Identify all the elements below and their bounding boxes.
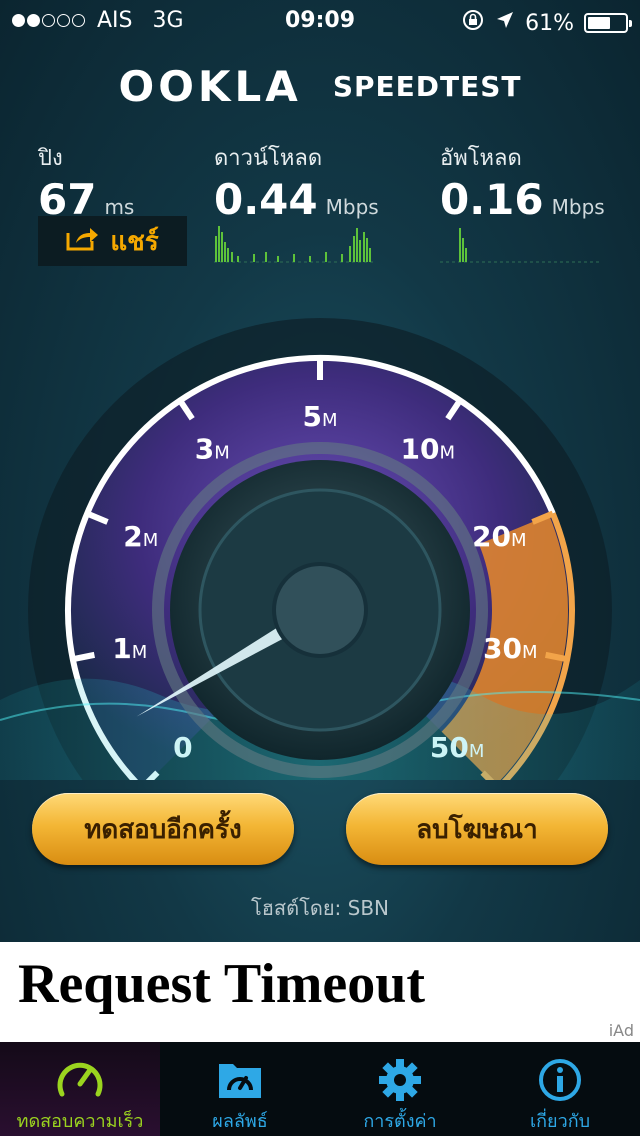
status-bar: AIS 3G 09:09 61% — [0, 0, 640, 40]
battery-percentage: 61% — [525, 10, 574, 36]
tab-results[interactable]: ผลลัพธ์ — [160, 1042, 320, 1136]
location-arrow-icon — [495, 10, 515, 36]
gear-icon — [378, 1058, 422, 1106]
speedometer-icon — [56, 1058, 104, 1104]
ping-label: ปิง — [38, 146, 63, 171]
battery-icon — [584, 13, 632, 33]
tab-settings[interactable]: การตั้งค่า — [320, 1042, 480, 1136]
results-folder-icon — [217, 1058, 263, 1104]
download-unit: Mbps — [325, 195, 379, 219]
upload-label: อัพโหลด — [440, 146, 522, 171]
tab-about[interactable]: เกี่ยวกับ — [480, 1042, 640, 1136]
status-right: 61% — [461, 8, 632, 38]
tab-label: ทดสอบความเร็ว — [16, 1111, 144, 1132]
upload-unit: Mbps — [551, 195, 605, 219]
upload-sparkline — [440, 228, 600, 263]
iad-badge: iAd — [608, 1021, 634, 1040]
upload-stat: อัพโหลด 0.16 Mbps — [440, 140, 605, 224]
speed-gauge: 01M2M3M5M10M20M30M50M — [0, 318, 640, 780]
share-button[interactable]: แชร์ — [38, 216, 187, 266]
ad-text: Request Timeout — [18, 953, 426, 1015]
download-stat: ดาวน์โหลด 0.44 Mbps — [214, 140, 379, 224]
tab-label: ผลลัพธ์ — [212, 1111, 268, 1132]
gauge-needle-cap — [272, 562, 368, 658]
share-label: แชร์ — [110, 226, 159, 257]
download-sparkline — [214, 226, 374, 263]
brand-header: OOKLA SPEEDTEST — [0, 62, 640, 111]
retest-button[interactable]: ทดสอบอีกครั้ง — [32, 793, 294, 865]
speedtest-title: SPEEDTEST — [332, 70, 522, 103]
ad-banner[interactable]: Request Timeout iAd — [0, 942, 640, 1042]
tab-bar: ทดสอบความเร็ว ผลลัพธ์ การตั้งค่า เกี่ยวก… — [0, 1042, 640, 1136]
upload-value: 0.16 — [440, 175, 544, 224]
remove-ads-button[interactable]: ลบโฆษณา — [346, 793, 608, 865]
gauge-tick — [72, 651, 96, 663]
download-label: ดาวน์โหลด — [214, 146, 323, 171]
gauge-tick — [544, 651, 568, 663]
share-icon — [66, 225, 100, 258]
tab-speed-test[interactable]: ทดสอบความเร็ว — [0, 1042, 160, 1136]
tab-label: เกี่ยวกับ — [529, 1111, 591, 1132]
tab-label: การตั้งค่า — [363, 1111, 437, 1132]
battery-fill — [588, 17, 610, 29]
host-info: โฮสต์โดย: SBN — [250, 896, 390, 920]
ookla-logo: OOKLA — [118, 62, 302, 111]
rotation-lock-icon — [461, 8, 485, 38]
info-icon — [538, 1058, 582, 1106]
download-value: 0.44 — [214, 175, 318, 224]
ping-stat: ปิง 67 ms — [38, 140, 134, 224]
